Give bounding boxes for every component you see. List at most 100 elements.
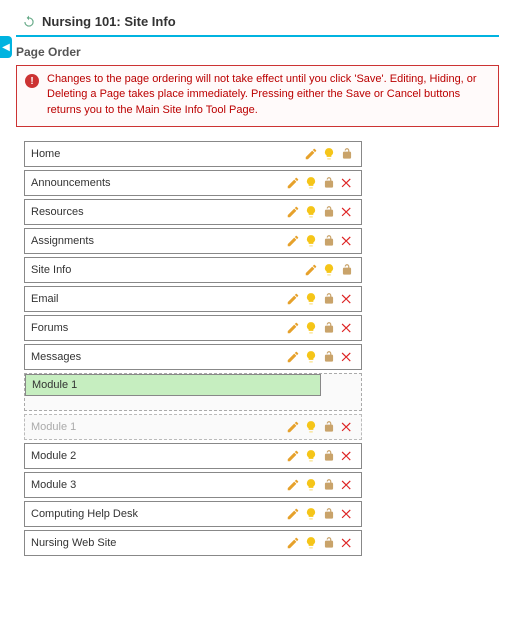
page-row[interactable]: Module 1 [24, 414, 362, 440]
row-actions [285, 233, 355, 249]
edit-icon[interactable] [303, 146, 319, 162]
warning-icon: ! [25, 74, 39, 88]
row-actions [285, 448, 355, 464]
delete-icon[interactable] [339, 175, 355, 191]
delete-icon[interactable] [339, 349, 355, 365]
lock-icon[interactable] [321, 204, 337, 220]
visibility-icon[interactable] [303, 291, 319, 307]
row-actions [303, 262, 355, 278]
row-label: Site Info [31, 264, 303, 276]
drop-placeholder[interactable]: Module 1 [24, 373, 362, 411]
row-actions [285, 320, 355, 336]
lock-icon[interactable] [321, 291, 337, 307]
page-row[interactable]: Forums [24, 315, 362, 341]
delete-icon[interactable] [339, 233, 355, 249]
visibility-icon[interactable] [303, 175, 319, 191]
row-label: Module 2 [31, 450, 285, 462]
row-actions [285, 506, 355, 522]
edit-icon[interactable] [285, 291, 301, 307]
row-label: Forums [31, 322, 285, 334]
page-order-list: Home Announcements Resources Assignments [24, 141, 499, 556]
visibility-icon[interactable] [303, 448, 319, 464]
edit-icon[interactable] [285, 506, 301, 522]
edit-icon[interactable] [285, 477, 301, 493]
row-label: Nursing Web Site [31, 537, 285, 549]
edit-icon[interactable] [285, 535, 301, 551]
visibility-icon[interactable] [303, 419, 319, 435]
row-label: Home [31, 148, 303, 160]
row-label: Module 1 [31, 421, 285, 433]
lock-icon[interactable] [321, 535, 337, 551]
warning-alert: ! Changes to the page ordering will not … [16, 65, 499, 127]
collapse-tab[interactable]: ◀ [0, 36, 12, 58]
row-actions [285, 535, 355, 551]
page-row[interactable]: Nursing Web Site [24, 530, 362, 556]
row-label: Computing Help Desk [31, 508, 285, 520]
page-row[interactable]: Assignments [24, 228, 362, 254]
row-label: Announcements [31, 177, 285, 189]
lock-icon[interactable] [321, 506, 337, 522]
page-title: Nursing 101: Site Info [42, 14, 176, 29]
edit-icon[interactable] [285, 320, 301, 336]
visibility-icon[interactable] [303, 204, 319, 220]
row-label: Assignments [31, 235, 285, 247]
visibility-icon[interactable] [303, 320, 319, 336]
lock-icon[interactable] [321, 175, 337, 191]
delete-icon[interactable] [339, 477, 355, 493]
page-row[interactable]: Site Info [24, 257, 362, 283]
row-actions [303, 146, 355, 162]
visibility-icon[interactable] [321, 146, 337, 162]
row-label: Module 3 [31, 479, 285, 491]
lock-icon[interactable] [321, 448, 337, 464]
visibility-icon[interactable] [303, 477, 319, 493]
delete-icon[interactable] [339, 204, 355, 220]
lock-icon[interactable] [321, 419, 337, 435]
lock-icon[interactable] [321, 233, 337, 249]
edit-icon[interactable] [285, 419, 301, 435]
section-title: Page Order [16, 45, 499, 59]
edit-icon[interactable] [303, 262, 319, 278]
page-row[interactable]: Computing Help Desk [24, 501, 362, 527]
edit-icon[interactable] [285, 204, 301, 220]
page-row[interactable]: Module 2 [24, 443, 362, 469]
refresh-icon[interactable] [22, 15, 36, 29]
row-label: Email [31, 293, 285, 305]
delete-icon[interactable] [339, 448, 355, 464]
delete-icon[interactable] [339, 291, 355, 307]
row-actions [285, 419, 355, 435]
delete-icon[interactable] [339, 320, 355, 336]
lock-icon[interactable] [321, 320, 337, 336]
edit-icon[interactable] [285, 175, 301, 191]
visibility-icon[interactable] [303, 349, 319, 365]
visibility-icon[interactable] [303, 233, 319, 249]
row-actions [285, 477, 355, 493]
delete-icon[interactable] [339, 506, 355, 522]
delete-icon[interactable] [339, 419, 355, 435]
visibility-icon[interactable] [303, 506, 319, 522]
visibility-icon[interactable] [321, 262, 337, 278]
edit-icon[interactable] [285, 233, 301, 249]
page-row[interactable]: Announcements [24, 170, 362, 196]
page-row[interactable]: Resources [24, 199, 362, 225]
row-label: Resources [31, 206, 285, 218]
warning-message: Changes to the page ordering will not ta… [47, 72, 490, 118]
lock-icon[interactable] [339, 262, 355, 278]
page-row[interactable]: Email [24, 286, 362, 312]
page-row[interactable]: Home [24, 141, 362, 167]
lock-icon[interactable] [321, 349, 337, 365]
row-actions [285, 291, 355, 307]
visibility-icon[interactable] [303, 535, 319, 551]
lock-icon[interactable] [339, 146, 355, 162]
row-label: Module 1 [32, 379, 77, 391]
page-row[interactable]: Messages [24, 344, 362, 370]
lock-icon[interactable] [321, 477, 337, 493]
page-row[interactable]: Module 3 [24, 472, 362, 498]
edit-icon[interactable] [285, 349, 301, 365]
row-label: Messages [31, 351, 285, 363]
row-actions [285, 204, 355, 220]
edit-icon[interactable] [285, 448, 301, 464]
delete-icon[interactable] [339, 535, 355, 551]
row-actions [285, 349, 355, 365]
row-actions [285, 175, 355, 191]
dragging-row[interactable]: Module 1 [25, 374, 321, 396]
